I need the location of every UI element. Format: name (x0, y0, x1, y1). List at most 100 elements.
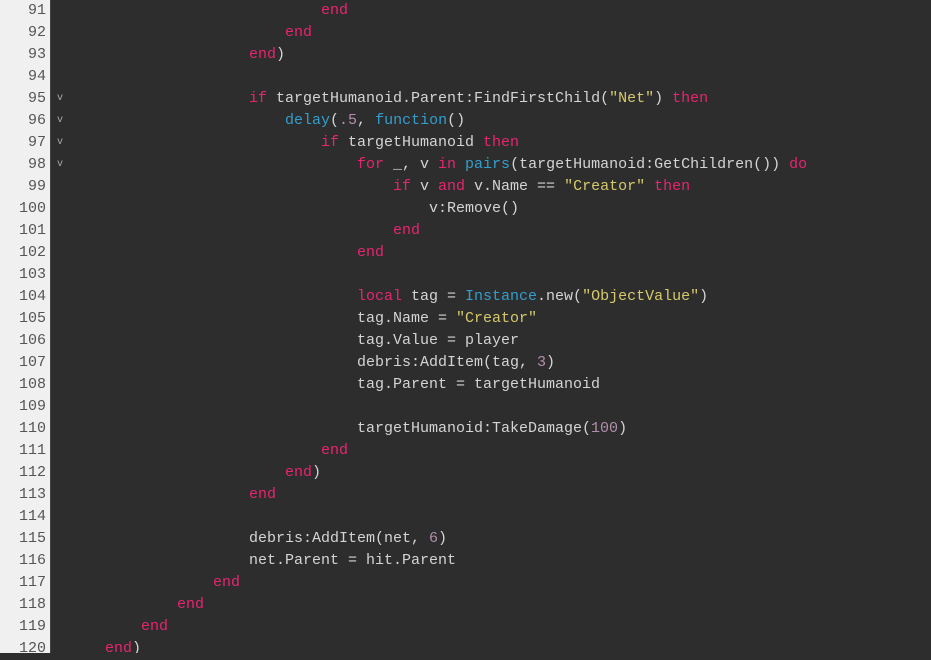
token-fn: Instance (465, 288, 537, 305)
token-id: tag.Value = player (357, 332, 519, 349)
line-number: 114 (10, 506, 46, 528)
line-number: 93 (10, 44, 46, 66)
code-line[interactable]: end (69, 594, 931, 616)
token-id (645, 178, 654, 195)
code-line[interactable]: net.Parent = hit.Parent (69, 550, 931, 572)
fold-marker (51, 308, 69, 330)
code-line[interactable]: local tag = Instance.new("ObjectValue") (69, 286, 931, 308)
token-id: net.Parent = hit.Parent (249, 552, 456, 569)
fold-marker (51, 44, 69, 66)
line-number: 99 (10, 176, 46, 198)
fold-marker[interactable]: v (51, 110, 69, 132)
code-line[interactable] (69, 264, 931, 286)
fold-marker (51, 352, 69, 374)
token-str: "ObjectValue" (582, 288, 699, 305)
line-number: 100 (10, 198, 46, 220)
code-line[interactable]: targetHumanoid:TakeDamage(100) (69, 418, 931, 440)
code-line[interactable]: debris:AddItem(tag, 3) (69, 352, 931, 374)
fold-marker (51, 264, 69, 286)
line-number: 97 (10, 132, 46, 154)
fold-marker[interactable]: v (51, 88, 69, 110)
token-kw: end (321, 2, 348, 19)
token-fn: function (375, 112, 447, 129)
code-line[interactable]: end (69, 440, 931, 462)
fold-marker (51, 572, 69, 594)
code-line[interactable]: end (69, 242, 931, 264)
fold-marker (51, 374, 69, 396)
token-op: ( (330, 112, 339, 129)
code-area[interactable]: endendend) if targetHumanoid.Parent:Find… (69, 0, 931, 653)
fold-marker (51, 242, 69, 264)
code-line[interactable]: end (69, 0, 931, 22)
token-op: () (447, 112, 465, 129)
line-number: 116 (10, 550, 46, 572)
code-line[interactable]: end) (69, 44, 931, 66)
fold-marker (51, 0, 69, 22)
code-line[interactable]: if targetHumanoid then (69, 132, 931, 154)
fold-marker[interactable]: v (51, 154, 69, 176)
fold-marker (51, 198, 69, 220)
token-num: 6 (429, 530, 438, 547)
fold-marker (51, 330, 69, 352)
token-op: ) (312, 464, 321, 481)
token-id: ) (438, 530, 447, 547)
token-kw: end (249, 486, 276, 503)
fold-marker (51, 396, 69, 418)
token-id: v.Name == (474, 178, 564, 195)
line-number: 120 (10, 638, 46, 660)
fold-marker (51, 440, 69, 462)
code-line[interactable] (69, 396, 931, 418)
token-kw: if (249, 90, 276, 107)
token-kw: end (285, 24, 312, 41)
fold-marker[interactable]: v (51, 132, 69, 154)
code-line[interactable]: end (69, 22, 931, 44)
token-fn: delay (285, 112, 330, 129)
token-kw: do (789, 156, 807, 173)
fold-marker (51, 616, 69, 638)
token-kw: end (393, 222, 420, 239)
code-line[interactable] (69, 506, 931, 528)
token-id: tag = (411, 288, 465, 305)
code-line[interactable]: for _, v in pairs(targetHumanoid:GetChil… (69, 154, 931, 176)
code-line[interactable]: end (69, 220, 931, 242)
code-line[interactable]: end (69, 616, 931, 638)
code-line[interactable]: if targetHumanoid.Parent:FindFirstChild(… (69, 88, 931, 110)
token-kw: end (249, 46, 276, 63)
token-id: v (420, 178, 438, 195)
code-line[interactable] (69, 66, 931, 88)
fold-marker (51, 550, 69, 572)
token-op: ) (132, 640, 141, 653)
token-op: , (357, 112, 375, 129)
fold-marker (51, 176, 69, 198)
token-op: ) (276, 46, 285, 63)
code-line[interactable]: end (69, 484, 931, 506)
code-line[interactable]: debris:AddItem(net, 6) (69, 528, 931, 550)
token-kw: and (438, 178, 474, 195)
token-id: tag.Parent = targetHumanoid (357, 376, 600, 393)
code-line[interactable]: tag.Parent = targetHumanoid (69, 374, 931, 396)
code-line[interactable]: end) (69, 638, 931, 653)
line-number: 94 (10, 66, 46, 88)
line-number: 95 (10, 88, 46, 110)
fold-marker (51, 594, 69, 616)
code-line[interactable]: tag.Name = "Creator" (69, 308, 931, 330)
fold-column[interactable]: vvvv (51, 0, 69, 653)
line-number: 101 (10, 220, 46, 242)
code-line[interactable]: end) (69, 462, 931, 484)
token-id: targetHumanoid:TakeDamage( (357, 420, 591, 437)
code-line[interactable]: end (69, 572, 931, 594)
code-line[interactable]: v:Remove() (69, 198, 931, 220)
token-num: .5 (339, 112, 357, 129)
code-line[interactable]: tag.Value = player (69, 330, 931, 352)
code-line[interactable]: if v and v.Name == "Creator" then (69, 176, 931, 198)
token-kw: end (321, 442, 348, 459)
token-id: ) (618, 420, 627, 437)
token-str: "Creator" (456, 310, 537, 327)
line-number: 104 (10, 286, 46, 308)
line-number-gutter: 9192939495969798991001011021031041051061… (0, 0, 51, 653)
fold-marker (51, 484, 69, 506)
code-editor[interactable]: 9192939495969798991001011021031041051061… (0, 0, 931, 653)
line-number: 110 (10, 418, 46, 440)
token-str: "Creator" (564, 178, 645, 195)
code-line[interactable]: delay(.5, function() (69, 110, 931, 132)
